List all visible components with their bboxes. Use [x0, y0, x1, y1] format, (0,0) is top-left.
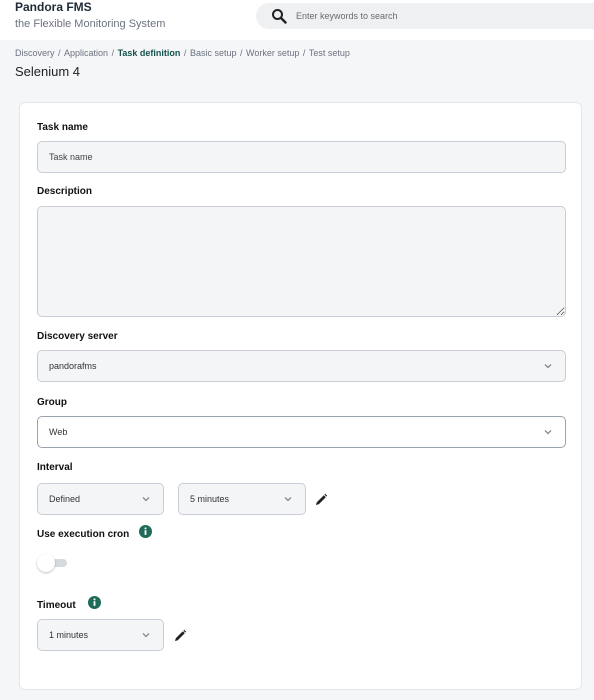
interval-mode-select[interactable]: Defined — [37, 483, 164, 515]
search-input[interactable] — [296, 7, 576, 25]
group-select[interactable]: Web — [37, 416, 566, 448]
page-title: Selenium 4 — [15, 64, 81, 79]
discovery-server-label: Discovery server — [37, 331, 118, 342]
brand: Pandora FMS the Flexible Monitoring Syst… — [15, 0, 165, 32]
interval-value: 5 minutes — [190, 494, 230, 504]
discovery-server-value: pandorafms — [49, 361, 97, 371]
app-tagline: the Flexible Monitoring System — [15, 18, 166, 30]
toggle-knob — [37, 554, 55, 572]
chevron-down-icon — [284, 497, 292, 502]
top-bar: Pandora FMS the Flexible Monitoring Syst… — [0, 0, 594, 40]
description-textarea[interactable] — [37, 206, 566, 317]
search-icon — [272, 9, 287, 24]
timeout-value: 1 minutes — [49, 630, 89, 640]
breadcrumb-discovery[interactable]: Discovery — [15, 48, 55, 58]
execution-cron-toggle[interactable] — [37, 554, 69, 572]
interval-label: Interval — [37, 462, 73, 473]
chevron-down-icon — [544, 430, 552, 435]
breadcrumb-basic-setup[interactable]: Basic setup — [190, 48, 237, 58]
breadcrumb-test-setup[interactable]: Test setup — [309, 48, 350, 58]
task-name-input[interactable] — [37, 141, 566, 173]
app-name: Pandora FMS — [15, 0, 92, 14]
use-execution-cron-label: Use execution cron — [37, 529, 130, 540]
description-label: Description — [37, 186, 93, 197]
timeout-select[interactable]: 1 minutes — [37, 619, 164, 651]
info-icon[interactable] — [88, 596, 101, 609]
interval-value-select[interactable]: 5 minutes — [178, 483, 306, 515]
breadcrumb: Discovery / Application / Task definitio… — [15, 48, 350, 58]
search-bar[interactable] — [256, 3, 594, 29]
edit-pencil-icon[interactable] — [314, 493, 328, 507]
group-value: Web — [49, 427, 68, 437]
group-label: Group — [37, 397, 67, 408]
task-name-label: Task name — [37, 122, 88, 133]
timeout-label: Timeout — [37, 600, 76, 611]
chevron-down-icon — [142, 633, 150, 638]
breadcrumb-task-definition[interactable]: Task definition — [118, 48, 181, 58]
discovery-server-select[interactable]: pandorafms — [37, 350, 566, 382]
chevron-down-icon — [544, 364, 552, 369]
edit-pencil-icon[interactable] — [173, 629, 187, 643]
chevron-down-icon — [142, 497, 150, 502]
breadcrumb-application[interactable]: Application — [64, 48, 108, 58]
interval-mode-value: Defined — [49, 494, 81, 504]
info-icon[interactable] — [139, 525, 152, 538]
task-form-card: Task name Description Discovery server p… — [19, 102, 582, 690]
breadcrumb-worker-setup[interactable]: Worker setup — [246, 48, 299, 58]
